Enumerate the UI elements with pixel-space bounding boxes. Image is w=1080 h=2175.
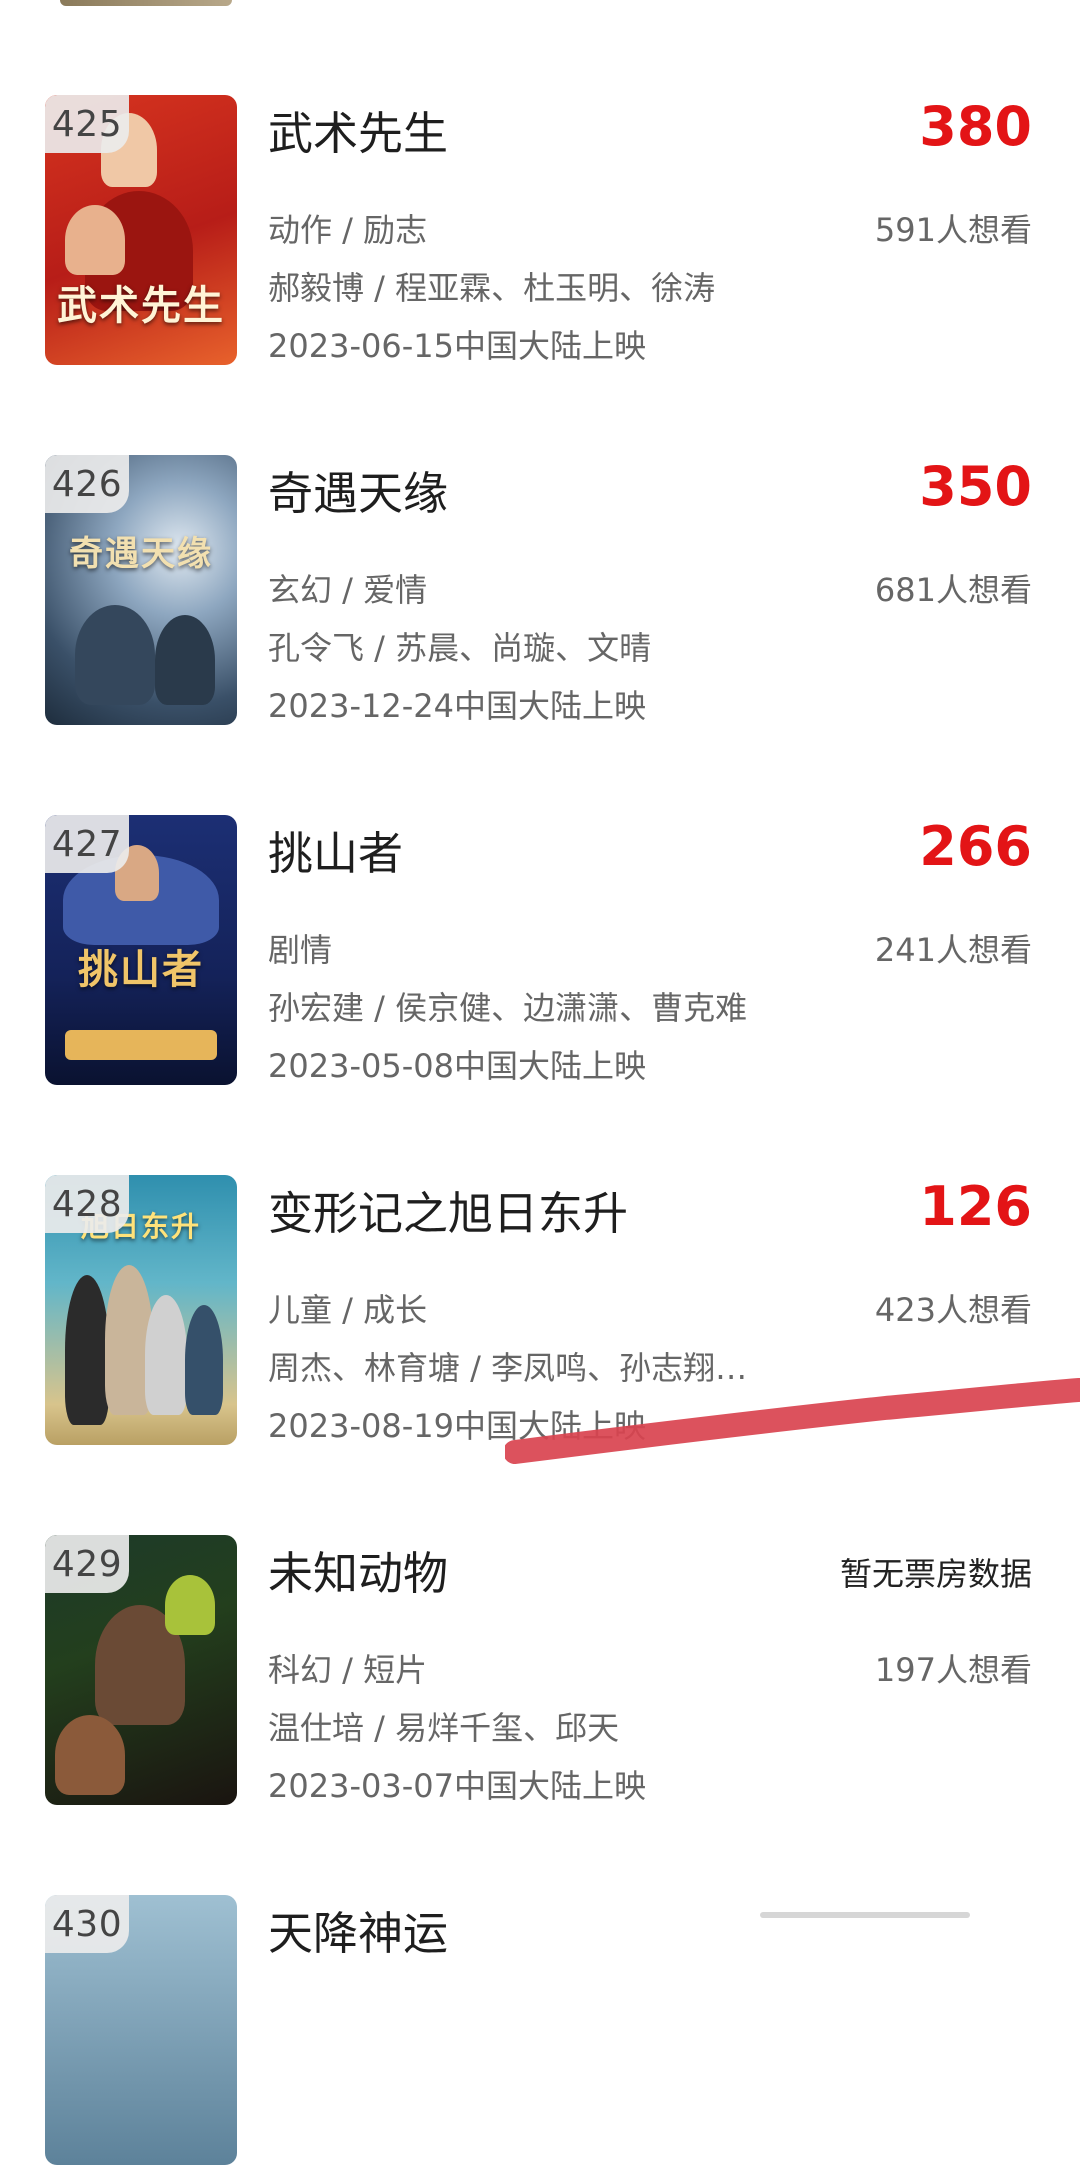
rank-badge: 428: [45, 1175, 129, 1233]
movie-genre: 玄幻 / 爱情: [268, 571, 428, 609]
rank-badge: 430: [45, 1895, 129, 1953]
movie-poster[interactable]: 旭日东升 428: [45, 1175, 237, 1445]
movie-title[interactable]: 天降神运: [268, 1897, 448, 1962]
movie-genre: 动作 / 励志: [268, 211, 428, 249]
box-office-value: 266: [919, 815, 1032, 878]
partial-bottom-element: [760, 1912, 970, 1918]
movie-poster[interactable]: 429: [45, 1535, 237, 1805]
movie-poster[interactable]: 奇遇天缘 426: [45, 455, 237, 725]
movie-title[interactable]: 奇遇天缘: [268, 457, 448, 522]
movie-poster[interactable]: 武术先生 425: [45, 95, 237, 365]
release-date: 2023-12-24中国大陆上映: [268, 687, 646, 725]
movie-list-item[interactable]: 武术先生 425 武术先生 380 动作 / 励志 591人想看 郝毅博 / 程…: [0, 95, 1080, 375]
rank-badge: 425: [45, 95, 129, 153]
release-date: 2023-05-08中国大陆上映: [268, 1047, 646, 1085]
movie-list-item[interactable]: 429 未知动物 暂无票房数据 科幻 / 短片 197人想看 温仕培 / 易烊千…: [0, 1535, 1080, 1815]
box-office-value: 380: [919, 95, 1032, 158]
movie-title[interactable]: 挑山者: [268, 817, 403, 882]
red-annotation-stroke: [505, 1378, 1080, 1464]
rank-badge: 429: [45, 1535, 129, 1593]
movie-genre: 科幻 / 短片: [268, 1651, 428, 1689]
movie-poster[interactable]: 430: [45, 1895, 237, 2165]
movie-list-item[interactable]: 挑山者 427 挑山者 266 剧情 241人想看 孙宏建 / 侯京健、边潇潇、…: [0, 815, 1080, 1095]
movie-genre: 儿童 / 成长: [268, 1291, 428, 1329]
rank-badge: 426: [45, 455, 129, 513]
movie-title[interactable]: 变形记之旭日东升: [268, 1177, 628, 1242]
previous-poster-edge: [60, 0, 232, 6]
director-cast: 温仕培 / 易烊千玺、邱天: [268, 1709, 620, 1747]
movie-poster[interactable]: 挑山者 427: [45, 815, 237, 1085]
box-office-value: 126: [919, 1175, 1032, 1238]
director-cast: 孔令飞 / 苏晨、尚璇、文晴: [268, 629, 652, 667]
movie-list-item[interactable]: 430 天降神运: [0, 1895, 1080, 2175]
director-cast: 孙宏建 / 侯京健、边潇潇、曹克难: [268, 989, 748, 1027]
want-to-see-count: 591人想看: [874, 211, 1032, 249]
release-date: 2023-06-15中国大陆上映: [268, 327, 646, 365]
movie-title[interactable]: 未知动物: [268, 1537, 448, 1602]
want-to-see-count: 197人想看: [874, 1651, 1032, 1689]
rank-badge: 427: [45, 815, 129, 873]
want-to-see-count: 681人想看: [874, 571, 1032, 609]
box-office-value: 350: [919, 455, 1032, 518]
movie-genre: 剧情: [268, 931, 333, 969]
box-office-value: 暂无票房数据: [839, 1555, 1032, 1593]
want-to-see-count: 423人想看: [874, 1291, 1032, 1329]
movie-list-item[interactable]: 奇遇天缘 426 奇遇天缘 350 玄幻 / 爱情 681人想看 孔令飞 / 苏…: [0, 455, 1080, 735]
release-date: 2023-03-07中国大陆上映: [268, 1767, 646, 1805]
director-cast: 郝毅博 / 程亚霖、杜玉明、徐涛: [268, 269, 716, 307]
want-to-see-count: 241人想看: [874, 931, 1032, 969]
movie-title[interactable]: 武术先生: [268, 97, 448, 162]
